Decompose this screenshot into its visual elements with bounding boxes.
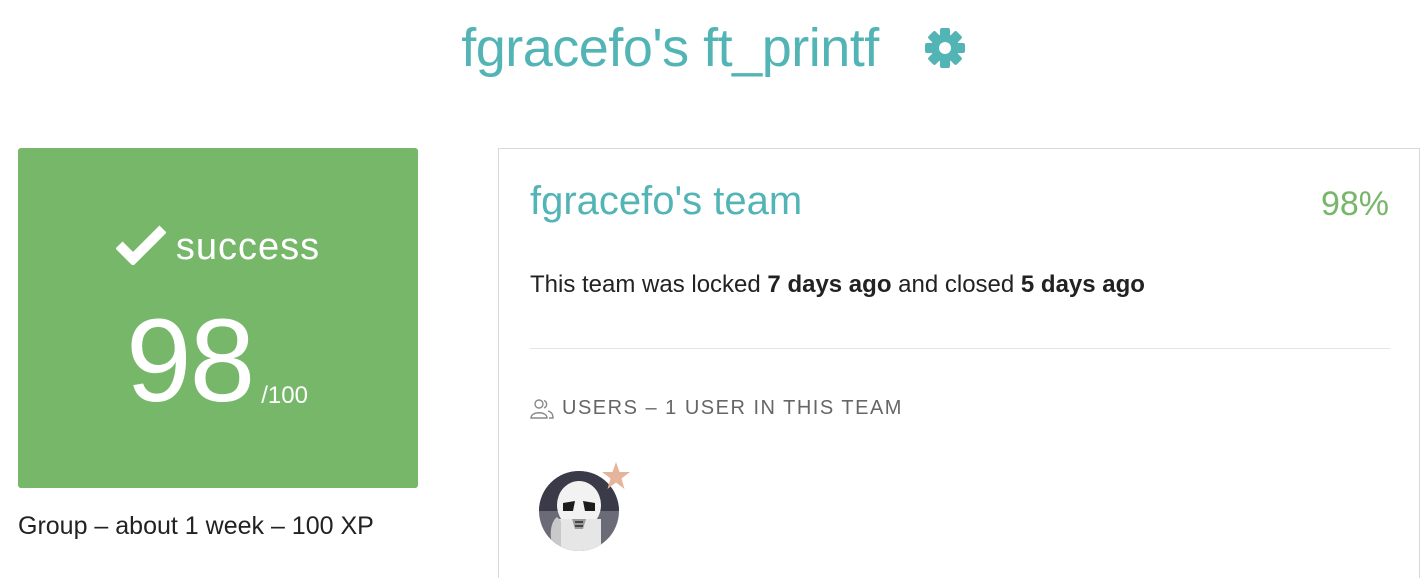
users-header-label: USERS – 1 USER IN THIS TEAM bbox=[562, 397, 903, 419]
check-icon bbox=[115, 224, 166, 265]
page-header: fgracefo's ft_printf bbox=[0, 8, 1428, 88]
project-meta: Group – about 1 week – 100 XP bbox=[18, 512, 374, 540]
locked-ago: 7 days ago bbox=[767, 271, 892, 298]
team-percent: 98% bbox=[1320, 185, 1389, 223]
closed-ago: 5 days ago bbox=[1020, 271, 1145, 298]
gear-icon[interactable] bbox=[923, 26, 967, 70]
team-panel: fgracefo's team 98% This team was locked… bbox=[498, 148, 1420, 578]
status-row: success bbox=[18, 224, 418, 269]
team-member[interactable] bbox=[539, 461, 631, 553]
team-lock-status: This team was locked 7 days ago and clos… bbox=[530, 271, 1145, 299]
users-header: USERS – 1 USER IN THIS TEAM bbox=[530, 397, 903, 420]
score-value: 98 bbox=[126, 295, 255, 427]
lock-prefix: This team was locked bbox=[530, 271, 768, 298]
divider bbox=[530, 348, 1390, 349]
page-title: fgracefo's ft_printf bbox=[461, 18, 879, 78]
team-name[interactable]: fgracefo's team bbox=[530, 179, 802, 224]
lock-middle: and closed bbox=[891, 271, 1021, 298]
score-max: /100 bbox=[261, 382, 308, 409]
star-icon bbox=[602, 462, 630, 489]
score-card: success 98 /100 bbox=[18, 148, 418, 488]
status-label: success bbox=[175, 226, 321, 268]
score-row: 98 /100 bbox=[126, 295, 308, 427]
users-icon bbox=[530, 398, 554, 419]
